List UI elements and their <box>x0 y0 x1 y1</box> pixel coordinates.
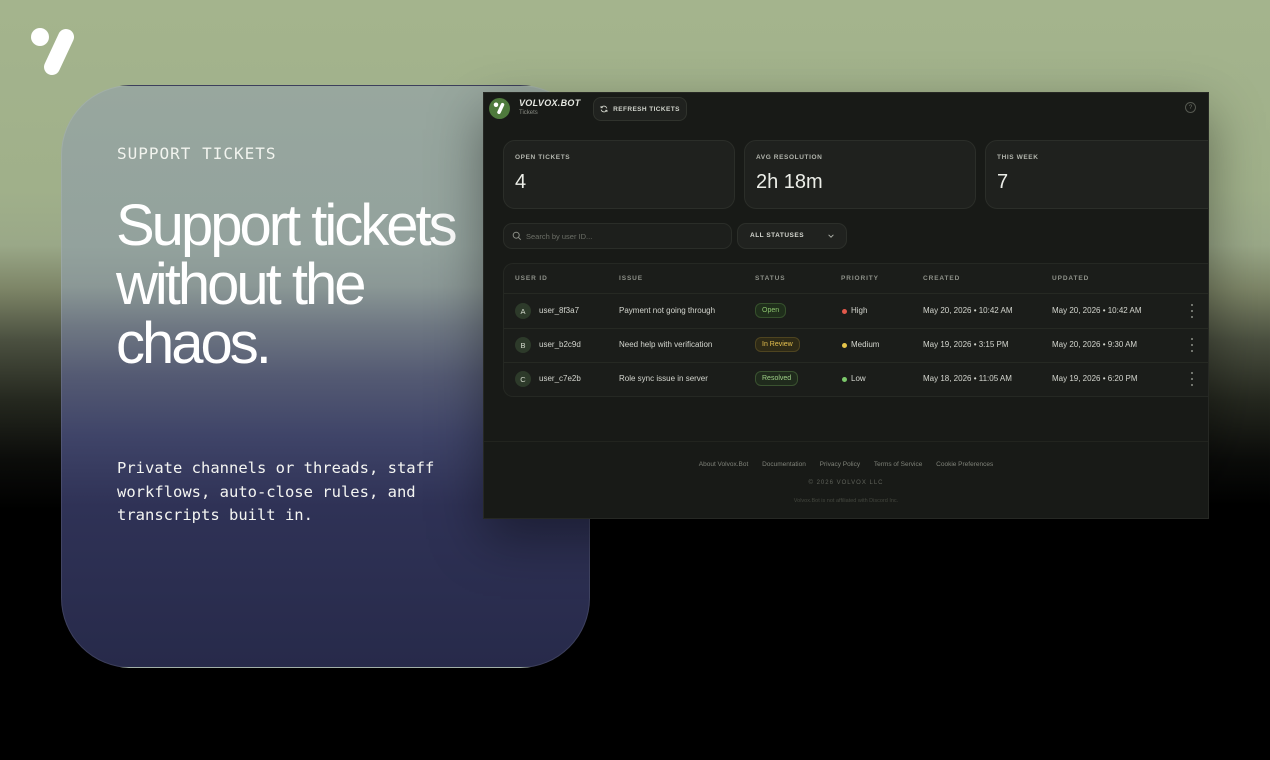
column-header[interactable]: USER ID <box>515 275 548 282</box>
priority: Medium <box>851 340 880 349</box>
avatar: B <box>515 337 531 353</box>
more-options-icon[interactable] <box>1190 372 1194 386</box>
search-input[interactable] <box>526 224 721 248</box>
status-filter-label: ALL STATUSES <box>750 232 805 239</box>
issue: Role sync issue in server <box>619 374 708 383</box>
avatar: A <box>515 303 531 319</box>
stat-label: OPEN TICKETS <box>515 154 571 161</box>
priority-dot-icon <box>842 309 847 314</box>
refresh-icon <box>600 105 608 113</box>
more-options-icon[interactable] <box>1190 338 1194 352</box>
stat-value: 2h 18m <box>756 171 823 193</box>
user-id: user_b2c9d <box>539 340 581 349</box>
priority-dot-icon <box>842 343 847 348</box>
priority: High <box>851 306 868 315</box>
created: May 20, 2026 • 10:42 AM <box>923 306 1013 315</box>
status-badge: Open <box>755 303 787 318</box>
search-box <box>503 223 732 249</box>
status-badge: Resolved <box>755 371 799 386</box>
issue: Need help with verification <box>619 340 713 349</box>
footer-links: About Volvox.Bot Documentation Privacy P… <box>484 461 1208 468</box>
refresh-tickets-label: REFRESH TICKETS <box>613 105 680 113</box>
footer-link-cookies[interactable]: Cookie Preferences <box>936 461 993 468</box>
headline: Support tickets without the chaos. <box>116 193 458 376</box>
created: May 18, 2026 • 11:05 AM <box>923 374 1012 383</box>
user-id: user_c7e2b <box>539 374 581 383</box>
stat-value: 7 <box>997 171 1009 193</box>
footer-link-about[interactable]: About Volvox.Bot <box>699 461 749 468</box>
priority: Low <box>851 374 866 383</box>
more-options-icon[interactable] <box>1190 304 1194 318</box>
column-header[interactable]: STATUS <box>755 275 785 282</box>
table-row[interactable]: C user_c7e2b Role sync issue in server R… <box>504 362 1208 396</box>
page-title: Tickets <box>519 110 538 116</box>
stat-label: THIS WEEK <box>997 154 1039 161</box>
priority-dot-icon <box>842 377 847 382</box>
brand-name: VOLVOX.BOT <box>519 98 581 108</box>
status-badge: In Review <box>755 337 800 352</box>
status-filter-dropdown[interactable]: ALL STATUSES <box>737 223 847 249</box>
avatar: C <box>515 371 531 387</box>
stat-card-this-week: THIS WEEK 7 <box>985 140 1208 209</box>
subcopy: Private channels or threads, staff workf… <box>117 459 435 524</box>
top-bar: VOLVOX.BOT Tickets REFRESH TICKETS ? <box>484 93 1208 125</box>
user-id: user_8f3a7 <box>539 306 580 315</box>
refresh-tickets-button[interactable]: REFRESH TICKETS <box>593 97 687 121</box>
updated: May 20, 2026 • 10:42 AM <box>1052 306 1142 315</box>
stat-card-avg-resolution: AVG RESOLUTION 2h 18m <box>744 140 976 209</box>
search-icon <box>512 231 522 241</box>
help-icon[interactable]: ? <box>1185 102 1196 113</box>
column-header[interactable]: UPDATED <box>1052 275 1089 282</box>
updated: May 20, 2026 • 9:30 AM <box>1052 340 1138 349</box>
column-header[interactable]: ISSUE <box>619 275 643 282</box>
created: May 19, 2026 • 3:15 PM <box>923 340 1009 349</box>
table-row[interactable]: B user_b2c9d Need help with verification… <box>504 328 1208 363</box>
column-header[interactable]: CREATED <box>923 275 960 282</box>
column-header[interactable]: PRIORITY <box>841 275 879 282</box>
volvox-logo-icon <box>31 28 74 75</box>
stat-label: AVG RESOLUTION <box>756 154 823 161</box>
footer-divider <box>484 441 1208 442</box>
copyright: © 2026 VOLVOX LLC <box>808 480 884 486</box>
chevron-down-icon <box>828 234 834 238</box>
tickets-table: USER ID ISSUE STATUS PRIORITY CREATED UP… <box>503 263 1208 397</box>
eyebrow: SUPPORT TICKETS <box>117 144 277 163</box>
stat-card-open-tickets: OPEN TICKETS 4 <box>503 140 735 209</box>
stat-value: 4 <box>515 171 527 193</box>
table-header: USER ID ISSUE STATUS PRIORITY CREATED UP… <box>504 264 1208 294</box>
table-row[interactable]: A user_8f3a7 Payment not going through O… <box>504 294 1208 329</box>
disclaimer: Volvox.Bot is not affiliated with Discor… <box>793 498 899 504</box>
issue: Payment not going through <box>619 306 716 315</box>
footer-link-documentation[interactable]: Documentation <box>762 461 806 468</box>
updated: May 19, 2026 • 6:20 PM <box>1052 374 1138 383</box>
footer-link-privacy[interactable]: Privacy Policy <box>820 461 860 468</box>
footer-link-terms[interactable]: Terms of Service <box>874 461 922 468</box>
app-screenshot: VOLVOX.BOT Tickets REFRESH TICKETS ? OPE… <box>483 92 1209 519</box>
brand-logo-icon <box>489 98 510 119</box>
